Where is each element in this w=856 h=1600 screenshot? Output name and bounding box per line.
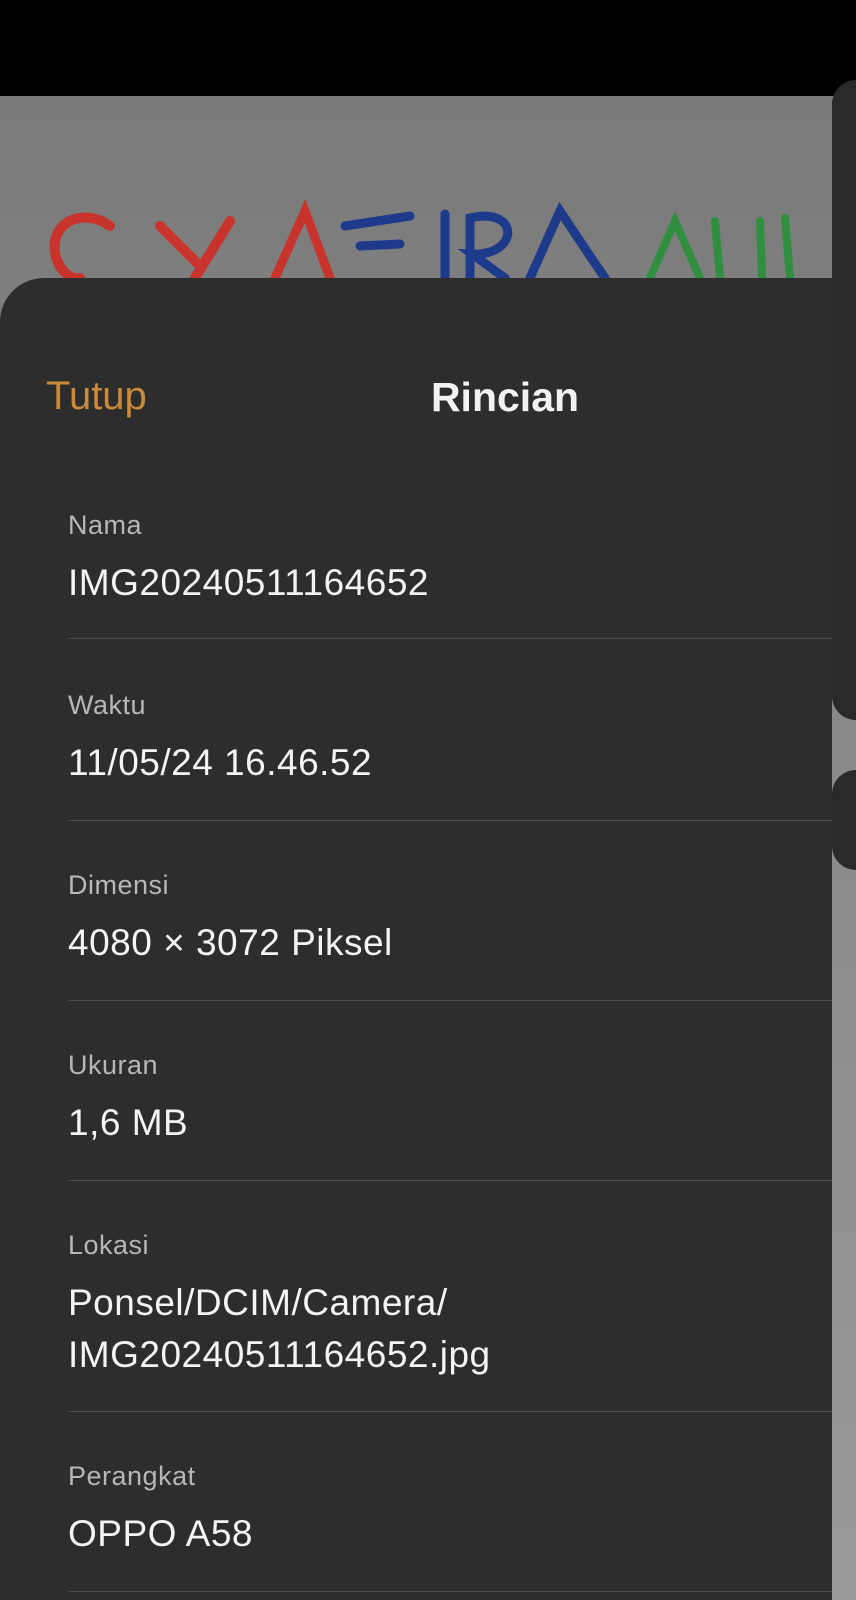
detail-name: Nama IMG20240511164652: [68, 510, 832, 609]
divider: [68, 820, 832, 821]
detail-location: Lokasi Ponsel/DCIM/Camera/ IMG2024051116…: [68, 1230, 832, 1381]
detail-dimension-value: 4080 × 3072 Piksel: [68, 922, 393, 963]
side-panel-edge: [832, 80, 856, 720]
detail-device: Perangkat OPPO A58: [68, 1461, 832, 1560]
detail-device-label: Perangkat: [68, 1461, 196, 1491]
detail-location-label: Lokasi: [68, 1230, 150, 1260]
detail-location-path: Ponsel/DCIM/Camera/: [68, 1282, 448, 1323]
divider: [68, 1180, 832, 1181]
detail-name-label: Nama: [68, 510, 143, 540]
detail-time-label: Waktu: [68, 690, 147, 720]
detail-dimension-label: Dimensi: [68, 870, 170, 900]
detail-location-value: Ponsel/DCIM/Camera/ IMG20240511164652.jp…: [68, 1277, 832, 1381]
detail-device-value: OPPO A58: [68, 1513, 253, 1554]
sheet-header: Tutup Rincian: [0, 278, 832, 438]
divider: [68, 1411, 832, 1412]
divider: [68, 638, 832, 639]
detail-size-label: Ukuran: [68, 1050, 159, 1080]
status-bar: [0, 0, 856, 96]
details-sheet: Tutup Rincian Nama IMG20240511164652 Wak…: [0, 278, 832, 1600]
side-panel-handle[interactable]: [832, 770, 856, 870]
detail-location-filename: IMG20240511164652.jpg: [68, 1334, 491, 1375]
detail-time-value: 11/05/24 16.46.52: [68, 742, 373, 783]
detail-dimension: Dimensi 4080 × 3072 Piksel: [68, 870, 832, 969]
divider: [68, 1000, 832, 1001]
close-button[interactable]: Tutup: [46, 374, 147, 419]
photo-handwriting: [49, 199, 794, 284]
divider: [68, 1591, 832, 1592]
detail-time: Waktu 11/05/24 16.46.52: [68, 690, 832, 789]
detail-size: Ukuran 1,6 MB: [68, 1050, 832, 1149]
detail-name-value: IMG20240511164652: [68, 562, 429, 603]
detail-size-value: 1,6 MB: [68, 1102, 189, 1143]
